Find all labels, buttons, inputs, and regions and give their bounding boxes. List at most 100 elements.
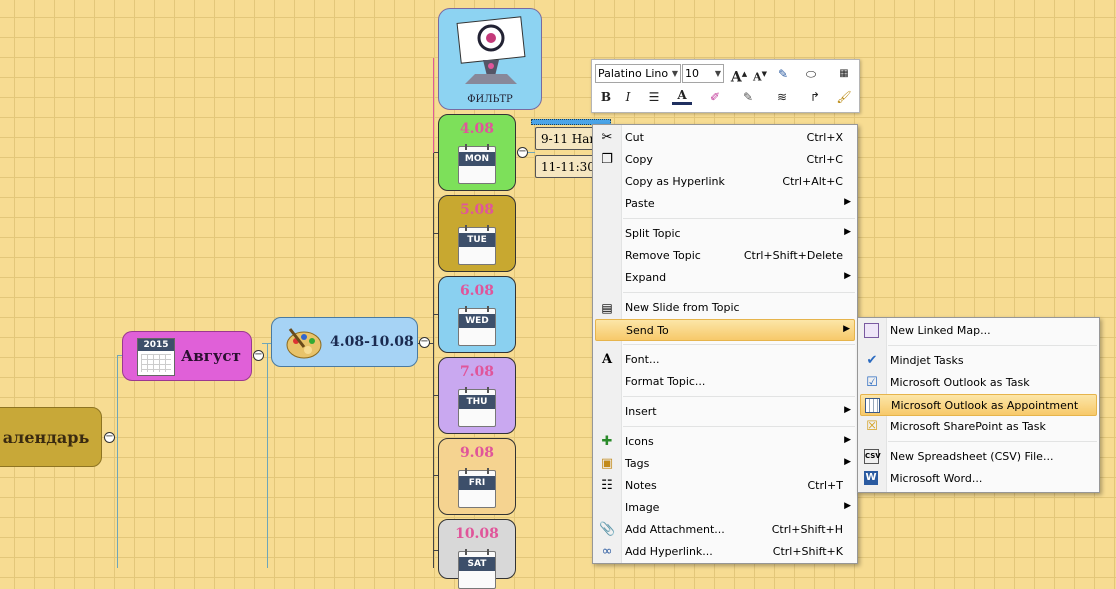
format-painter-icon[interactable]: 🖌 (834, 87, 854, 107)
month-topic[interactable]: 2015 Август (122, 331, 252, 381)
day-topic-wed[interactable]: 6.08 WED (438, 276, 516, 353)
shrink-font-button[interactable]: A▼ (750, 64, 770, 84)
filter-topic[interactable]: ФИЛЬТР (438, 8, 542, 110)
submenu-item-new-linked-map[interactable]: New Linked Map... (860, 320, 1097, 342)
grow-font-button[interactable]: A▲ (729, 64, 749, 86)
day-topic-sat[interactable]: 10.08 SAT (438, 519, 516, 589)
linked-map-icon (864, 323, 879, 338)
line-color-icon[interactable]: ▦ (834, 64, 854, 84)
day-date: 6.08 (459, 283, 495, 299)
palette-icon (284, 325, 324, 361)
italic-button[interactable]: I (618, 87, 638, 107)
collapse-toggle[interactable]: − (253, 350, 264, 361)
connector-style-icon[interactable]: ↱ (805, 87, 825, 107)
connector (117, 355, 118, 568)
submenu-item-csv-file[interactable]: CSV New Spreadsheet (CSV) File... (860, 446, 1097, 468)
week-topic-label: 4.08-10.08 (330, 334, 414, 350)
submenu-item-mindjet-tasks[interactable]: ✔ Mindjet Tasks (860, 350, 1097, 372)
submenu-item-outlook-task[interactable]: ☑ Microsoft Outlook as Task (860, 372, 1097, 394)
outlook-calendar-icon (865, 398, 880, 413)
submenu-arrow-icon: ▶ (844, 227, 851, 237)
chevron-down-icon: ▼ (714, 69, 721, 78)
collapse-toggle[interactable]: − (517, 147, 528, 158)
collapse-toggle[interactable]: − (419, 337, 430, 348)
menu-item-add-hyperlink[interactable]: ∞ Add Hyperlink... Ctrl+Shift+K (595, 541, 855, 563)
line-style-icon[interactable]: ≋ (772, 87, 792, 107)
day-calendar-icon: SAT (458, 549, 496, 589)
submenu-item-word[interactable]: W Microsoft Word... (860, 468, 1097, 490)
menu-item-insert[interactable]: Insert ▶ (595, 401, 855, 423)
calendar-icon: 2015 (137, 338, 175, 376)
connector (433, 152, 434, 568)
collapse-toggle[interactable]: − (104, 432, 115, 443)
menu-item-tags[interactable]: ▣ Tags ▶ (595, 453, 855, 475)
day-date: 9.08 (459, 445, 495, 461)
root-topic[interactable]: алендарь (0, 407, 102, 467)
menu-item-image[interactable]: Image ▶ (595, 497, 855, 519)
menu-item-font[interactable]: A Font... (595, 349, 855, 371)
menu-item-remove-topic[interactable]: Remove Topic Ctrl+Shift+Delete (595, 245, 855, 267)
connector (527, 152, 535, 153)
submenu-item-outlook-appointment[interactable]: Microsoft Outlook as Appointment (860, 394, 1097, 416)
submenu-item-sharepoint-task[interactable]: ☒ Microsoft SharePoint as Task (860, 416, 1097, 438)
font-size-value: 10 (685, 67, 699, 80)
send-to-submenu: New Linked Map... ✔ Mindjet Tasks ☑ Micr… (857, 317, 1100, 493)
submenu-arrow-icon: ▶ (844, 501, 851, 511)
bold-button[interactable]: B (596, 87, 616, 107)
submenu-arrow-icon: ▶ (844, 405, 851, 415)
day-calendar-icon: FRI (458, 468, 496, 508)
sharepoint-icon: ☒ (866, 419, 878, 434)
week-topic[interactable]: 4.08-10.08 (271, 317, 418, 367)
menu-item-cut[interactable]: ✂ Cut Ctrl+X (595, 127, 855, 149)
calendar-year: 2015 (138, 339, 174, 351)
menu-item-split-topic[interactable]: Split Topic ▶ (595, 223, 855, 245)
align-icon[interactable]: ☰ (644, 87, 664, 107)
font-name-value: Palatino Lino (598, 67, 669, 80)
shape-icon[interactable]: ⬭ (801, 64, 821, 84)
day-date: 10.08 (455, 526, 499, 542)
subtopic-label: 11-11:30 (541, 160, 595, 174)
submenu-arrow-icon: ▶ (844, 435, 851, 445)
font-icon: A (601, 352, 613, 367)
mini-format-toolbar: Palatino Lino ▼ 10 ▼ A▲ A▼ ✎ ⬭ ▦ B I ☰ A… (591, 59, 860, 113)
menu-item-paste[interactable]: Paste ▶ (595, 193, 855, 215)
font-color-icon[interactable]: A (672, 87, 692, 105)
menu-item-send-to[interactable]: Send To ▶ (595, 319, 855, 341)
day-topic-thu[interactable]: 7.08 THU (438, 357, 516, 434)
hyperlink-icon: ∞ (601, 544, 613, 559)
slide-icon: ▤ (601, 301, 613, 315)
day-topic-fri[interactable]: 9.08 FRI (438, 438, 516, 515)
filter-picture-icon (455, 14, 527, 92)
day-topic-tue[interactable]: 5.08 TUE (438, 195, 516, 272)
menu-item-expand[interactable]: Expand ▶ (595, 267, 855, 289)
day-topic-mon[interactable]: 4.08 MON (438, 114, 516, 191)
menu-item-icons[interactable]: ✚ Icons ▶ (595, 431, 855, 453)
font-name-select[interactable]: Palatino Lino ▼ (595, 64, 681, 83)
menu-item-notes[interactable]: ☷ Notes Ctrl+T (595, 475, 855, 497)
filter-topic-label: ФИЛЬТР (467, 94, 513, 105)
tags-icon: ▣ (600, 456, 614, 471)
tasks-check-icon: ✔ (866, 353, 878, 368)
menu-item-format-topic[interactable]: Format Topic... (595, 371, 855, 393)
submenu-arrow-icon: ▶ (844, 457, 851, 467)
day-calendar-icon: MON (458, 144, 496, 184)
day-calendar-icon: TUE (458, 225, 496, 265)
icons-icon: ✚ (601, 434, 613, 449)
chevron-down-icon: ▼ (671, 69, 678, 78)
pen-icon[interactable]: ✎ (738, 87, 758, 107)
menu-item-copy-as-hyperlink[interactable]: Copy as Hyperlink Ctrl+Alt+C (595, 171, 855, 193)
font-size-select[interactable]: 10 ▼ (682, 64, 724, 83)
connector (267, 343, 268, 568)
menu-item-add-attachment[interactable]: 📎 Add Attachment... Ctrl+Shift+H (595, 519, 855, 541)
submenu-arrow-icon: ▶ (843, 324, 850, 334)
day-date: 5.08 (459, 202, 495, 218)
submenu-arrow-icon: ▶ (844, 197, 851, 207)
menu-item-copy[interactable]: ❐ Copy Ctrl+C (595, 149, 855, 171)
fill-color-icon[interactable]: ✎ (773, 64, 793, 84)
submenu-arrow-icon: ▶ (844, 271, 851, 281)
highlight-icon[interactable]: ✐ (705, 87, 725, 107)
context-menu: ✂ Cut Ctrl+X ❐ Copy Ctrl+C Copy as Hyperli… (592, 124, 858, 564)
csv-icon: CSV (864, 449, 881, 464)
menu-item-new-slide[interactable]: ▤ New Slide from Topic (595, 297, 855, 319)
day-calendar-icon: WED (458, 306, 496, 346)
